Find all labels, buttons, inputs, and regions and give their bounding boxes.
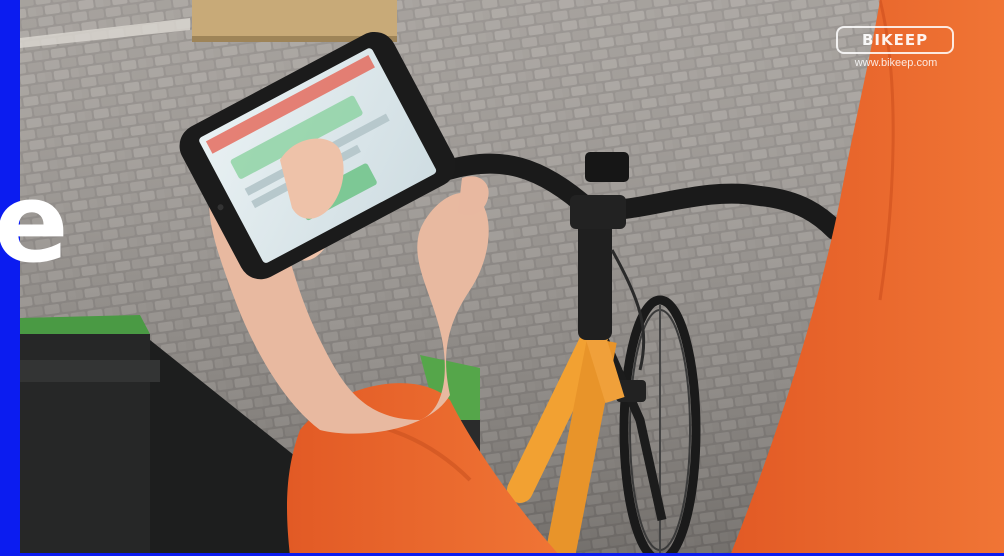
- logo-url: www.bikeep.com: [854, 57, 938, 69]
- bikeep-logo: BIKEEP www.bikeep.com: [836, 26, 956, 76]
- photo-scene: [0, 0, 1004, 556]
- logo-wordmark-box: BIKEEP: [836, 26, 954, 54]
- overlay-partial-letter: e: [0, 159, 69, 287]
- logo-wordmark: BIKEEP: [861, 31, 929, 49]
